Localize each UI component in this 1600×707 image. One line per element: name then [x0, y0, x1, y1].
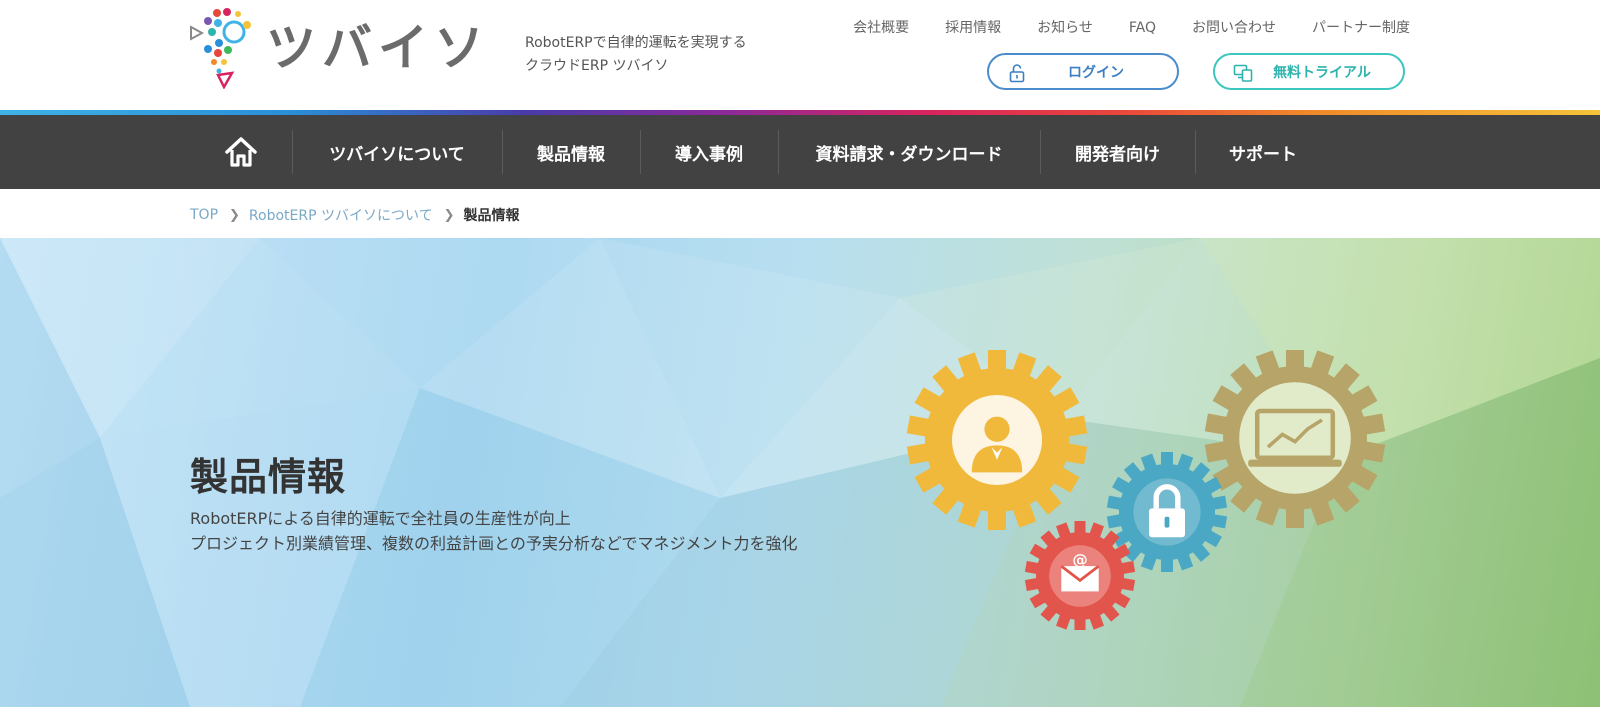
login-button[interactable]: ログイン — [987, 53, 1179, 90]
gear-person-icon — [906, 350, 1088, 530]
site-logo[interactable]: ツバイソ — [188, 6, 498, 90]
nav-item-downloads[interactable]: 資料請求・ダウンロード — [778, 115, 1040, 189]
nav-item-home[interactable] — [190, 115, 292, 189]
global-nav: ツバイソについて 製品情報 導入事例 資料請求・ダウンロード 開発者向け サポー… — [0, 115, 1600, 189]
free-trial-button[interactable]: 無料トライアル — [1213, 53, 1405, 90]
util-link-recruit[interactable]: 採用情報 — [945, 17, 1001, 39]
util-link-news[interactable]: お知らせ — [1037, 17, 1093, 39]
home-icon — [225, 137, 257, 167]
nav-item-support[interactable]: サポート — [1195, 115, 1331, 189]
logo-wordmark: ツバイソ — [266, 19, 490, 77]
site-header: ツバイソ RobotERPで自律的運転を実現する クラウドERP ツバイソ 会社… — [0, 0, 1600, 115]
util-link-faq[interactable]: FAQ — [1129, 17, 1156, 39]
hero-banner: 製品情報 RobotERPによる自律的運転で全社員の生産性が向上 プロジェクト別… — [0, 238, 1600, 707]
lock-open-icon — [1009, 64, 1025, 83]
utility-nav: 会社概要 採用情報 お知らせ FAQ お問い合わせ パートナー制度 — [817, 17, 1410, 39]
breadcrumb-link-top[interactable]: TOP — [190, 207, 218, 223]
nav-item-about[interactable]: ツバイソについて — [292, 115, 502, 189]
gear-mail-icon: @ — [1024, 521, 1136, 630]
nav-item-cases[interactable]: 導入事例 — [640, 115, 778, 189]
monitor-devices-icon — [1233, 64, 1253, 82]
gear-laptop-chart-icon — [1204, 350, 1386, 528]
util-link-partner[interactable]: パートナー制度 — [1312, 17, 1410, 39]
chevron-right-icon: ❯ — [229, 207, 240, 223]
hero-lead-text: RobotERPによる自律的運転で全社員の生産性が向上 プロジェクト別業績管理、… — [190, 509, 798, 553]
chevron-right-icon: ❯ — [443, 207, 455, 223]
logo-dots-icon — [190, 8, 251, 89]
util-link-contact[interactable]: お問い合わせ — [1192, 17, 1276, 39]
gears-illustration: @ — [906, 350, 1386, 630]
nav-item-developers[interactable]: 開発者向け — [1040, 115, 1195, 189]
svg-text:@: @ — [1072, 551, 1087, 569]
breadcrumb-current: 製品情報 — [463, 208, 520, 224]
breadcrumb: TOP ❯ RobotERP ツバイソについて ❯ 製品情報 — [190, 205, 519, 225]
page-title: 製品情報 — [190, 455, 347, 499]
nav-item-products[interactable]: 製品情報 — [502, 115, 640, 189]
util-link-company[interactable]: 会社概要 — [853, 17, 909, 39]
site-tagline: RobotERPで自律的運転を実現する クラウドERP ツバイソ — [525, 35, 747, 74]
breadcrumb-link-about[interactable]: RobotERP ツバイソについて — [249, 205, 433, 225]
